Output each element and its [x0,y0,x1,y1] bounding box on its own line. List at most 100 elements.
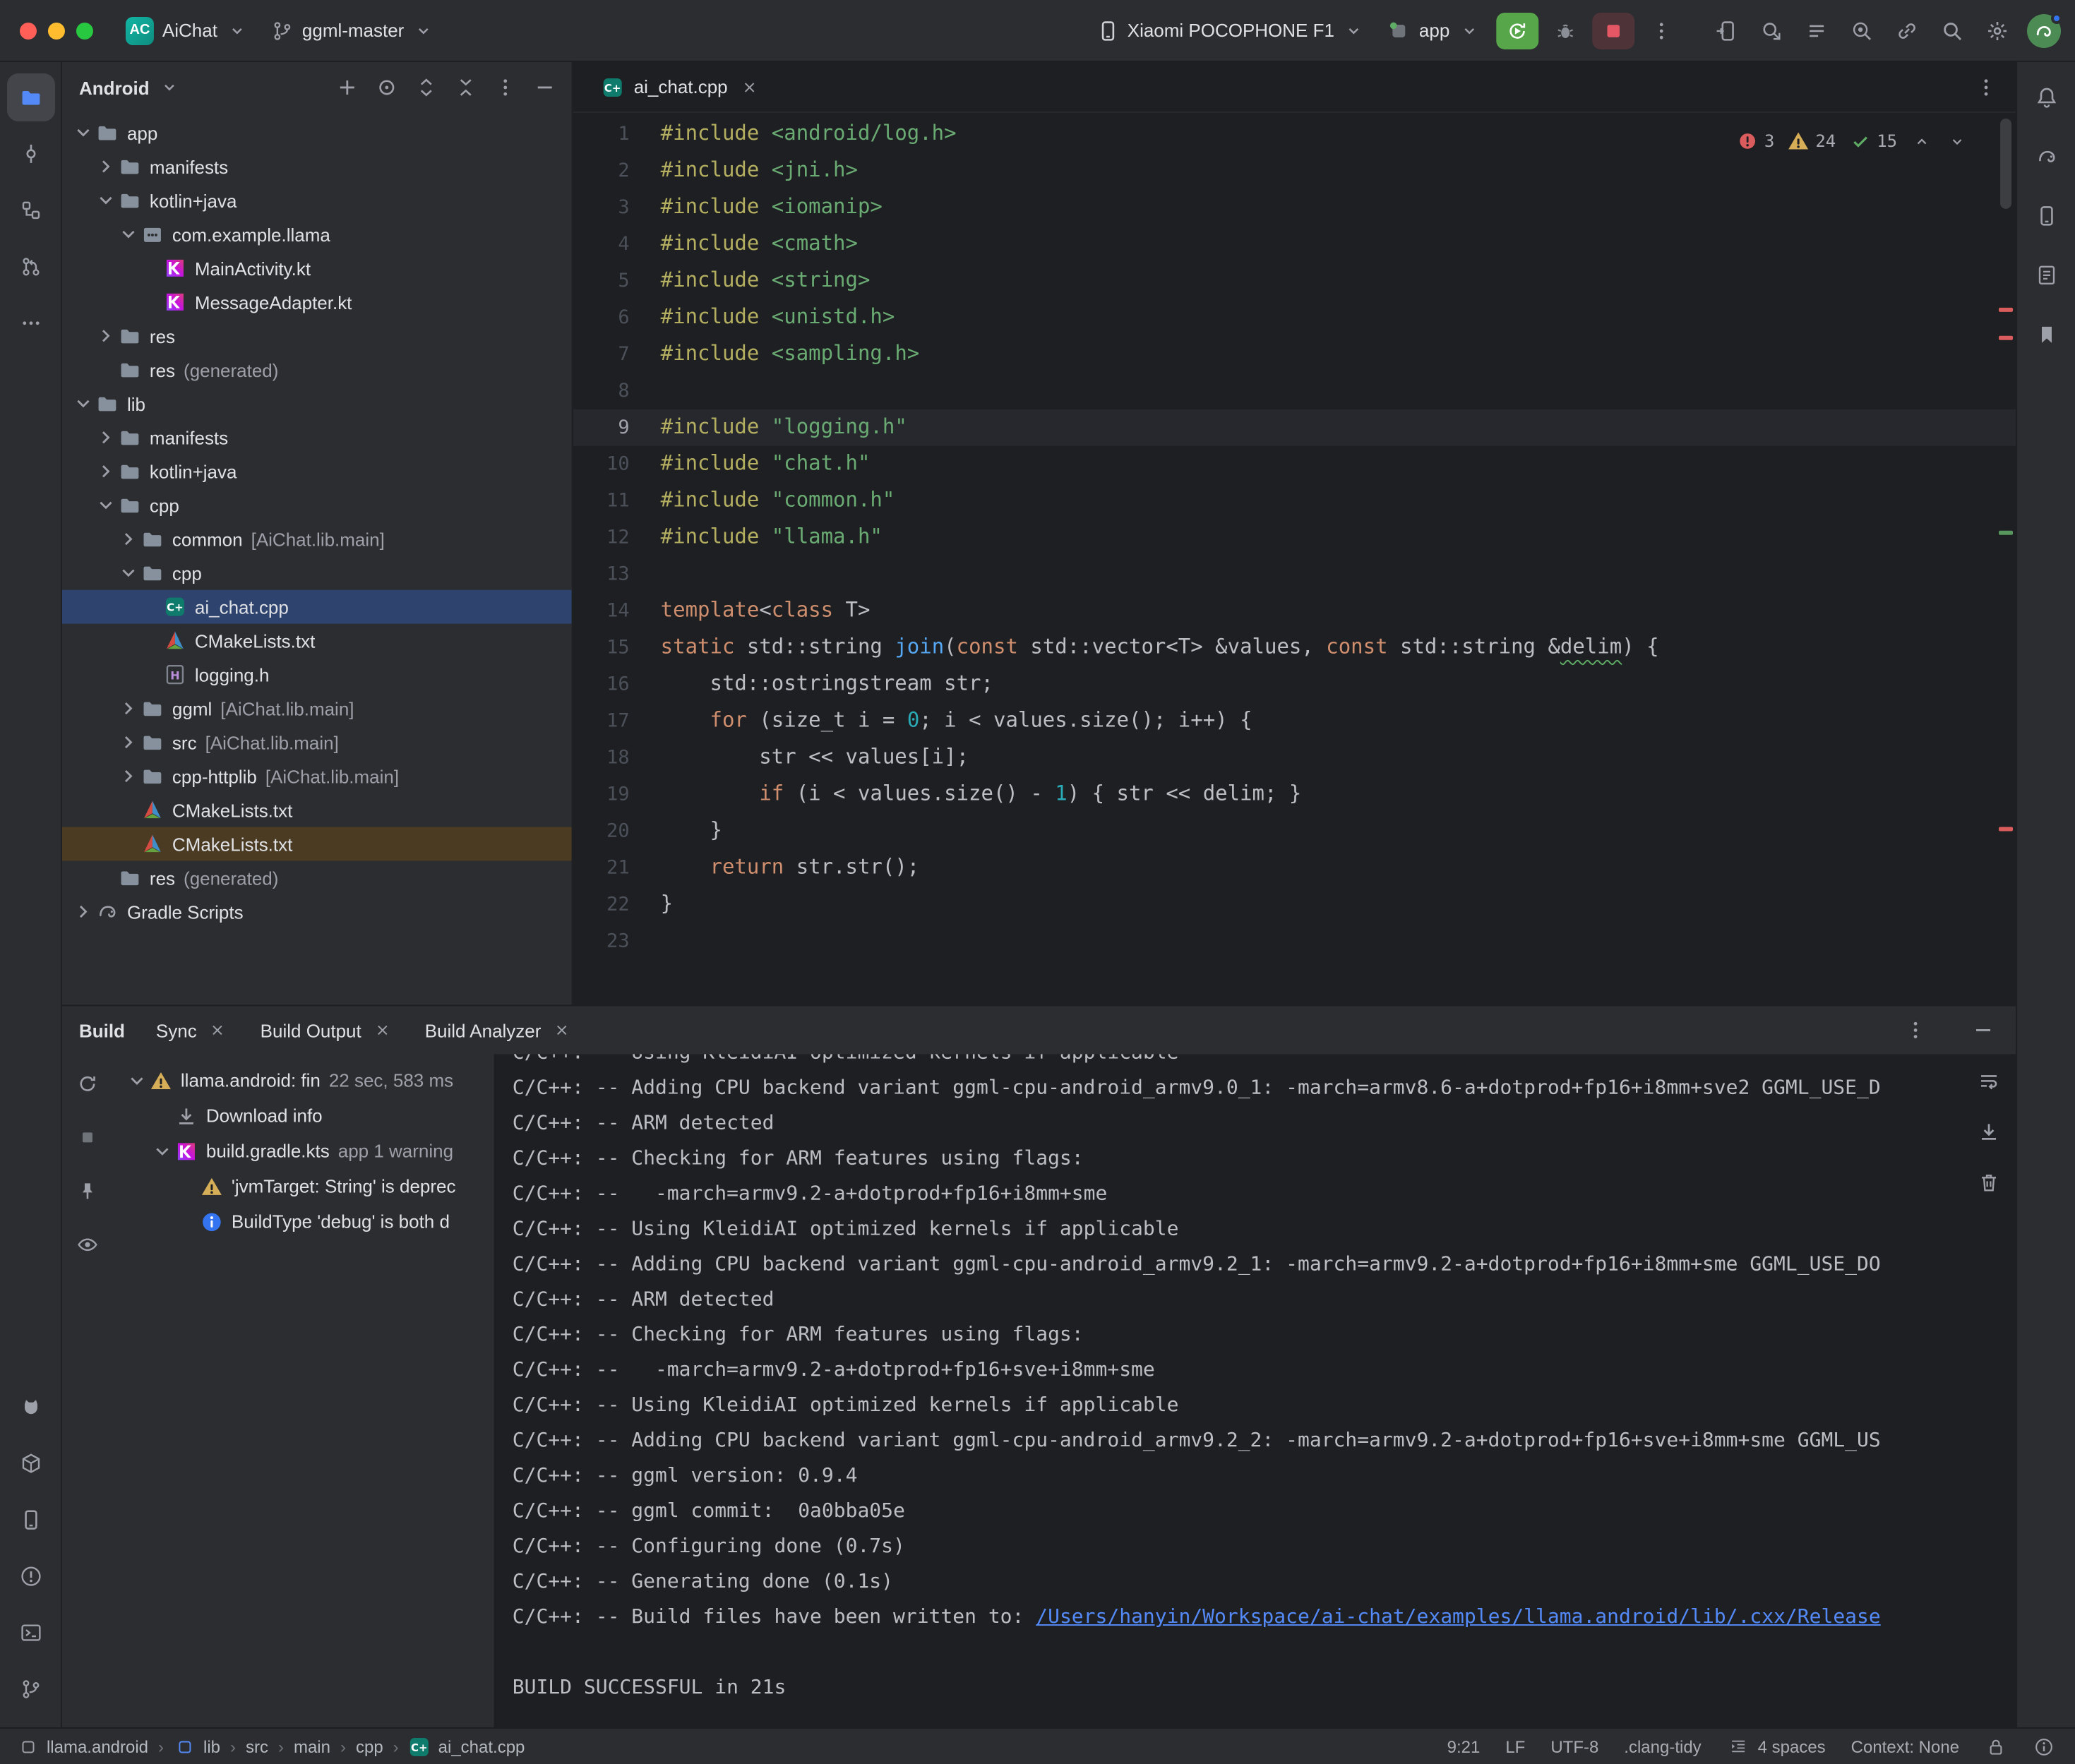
project-tree-row[interactable]: Hlogging.h [62,658,572,692]
build-tool-window-title[interactable]: Build [79,1019,125,1040]
editor-scrollbar-thumb[interactable] [2000,119,2011,209]
tree-chevron-icon[interactable] [150,1139,175,1162]
project-tree-row[interactable]: MessageAdapter.kt [62,285,572,319]
context-widget[interactable]: Context: None [1851,1736,1959,1756]
caret-position[interactable]: 9:21 [1447,1736,1481,1756]
logcat-tool-button[interactable] [1795,11,1838,50]
expand-all-button[interactable] [408,69,445,106]
editor-line[interactable]: 17 for (size_t i = 0; i < values.size();… [573,703,2016,740]
editor-line[interactable]: 8 [573,373,2016,409]
filter-messages-button[interactable] [69,1226,106,1263]
running-devices-tool-button[interactable] [6,1496,54,1544]
sync-console[interactable]: C/C++: -- Using KleidiAI optimized kerne… [494,1054,1962,1727]
project-tree-row[interactable]: cpp-httplib[AiChat.lib.main] [62,760,572,793]
project-tree-row[interactable]: ggml[AiChat.lib.main] [62,692,572,726]
vcs-branch-selector[interactable]: ggml-master [261,13,445,47]
project-tree-row[interactable]: cpp [62,556,572,590]
project-tool-button[interactable] [6,73,54,121]
breadcrumb-item[interactable]: llama.android [17,1735,148,1758]
breadcrumb-item[interactable]: C+ai_chat.cpp [409,1735,525,1758]
tree-chevron-icon[interactable] [116,223,141,246]
close-icon[interactable] [738,76,760,98]
inspections-status-icon[interactable] [2033,1735,2055,1758]
clear-all-button[interactable] [1971,1164,2007,1201]
problems-tool-button[interactable] [6,1552,54,1600]
close-icon[interactable] [371,1019,394,1041]
resource-manager-tool-button[interactable] [6,1439,54,1487]
hide-build-panel-button[interactable] [1965,1012,2002,1048]
editor-line[interactable]: 18 str << values[i]; [573,740,2016,776]
breadcrumb-item[interactable]: cpp [356,1736,383,1756]
hide-panel-button[interactable] [527,69,563,106]
pull-requests-tool-button[interactable] [6,243,54,291]
editor-line[interactable]: 6#include <unistd.h> [573,299,2016,336]
error-stripe-mark[interactable] [1999,827,2013,832]
soft-wrap-button[interactable] [1971,1062,2007,1099]
new-item-button[interactable] [329,69,366,106]
build-tab-sync[interactable]: Sync [156,1019,229,1041]
error-stripe-mark[interactable] [1999,308,2013,312]
project-tree-row[interactable]: manifests [62,150,572,184]
project-tree-row[interactable]: CMakeLists.txt [62,624,572,658]
tree-chevron-icon[interactable] [116,562,141,584]
project-tree-row[interactable]: C+ai_chat.cpp [62,590,572,624]
tree-chevron-icon[interactable] [124,1069,150,1091]
collapse-all-button[interactable] [448,69,484,106]
stop-button[interactable] [1592,12,1634,49]
project-tree-row[interactable]: common[AiChat.lib.main] [62,522,572,556]
project-tree-row[interactable]: res [62,319,572,353]
debug-button[interactable] [1544,11,1586,50]
app-inspection-button[interactable] [1841,11,1883,50]
indent-widget[interactable]: 4 spaces [1727,1735,1826,1758]
tree-chevron-icon[interactable] [93,155,119,178]
close-icon[interactable] [207,1019,229,1041]
resync-button[interactable] [69,1065,106,1102]
sync-tree-row[interactable]: BuildType 'debug' is both d [113,1204,494,1239]
tree-chevron-icon[interactable] [93,189,119,212]
more-tool-windows-button[interactable] [6,299,54,347]
editor-line[interactable]: 11#include "common.h" [573,483,2016,520]
breadcrumb-item[interactable]: lib [174,1735,220,1758]
run-configuration-selector[interactable]: app [1378,13,1490,47]
editor-line[interactable]: 23 [573,923,2016,959]
warnings-badge[interactable]: 24 [1787,123,1836,160]
project-tree-row[interactable]: res(generated) [62,353,572,387]
terminal-tool-button[interactable] [6,1609,54,1657]
tree-chevron-icon[interactable] [71,121,96,144]
editor-line[interactable]: 3#include <iomanip> [573,189,2016,226]
project-tree-row[interactable]: MainActivity.kt [62,251,572,285]
pin-tab-button[interactable] [69,1172,106,1209]
tree-chevron-icon[interactable] [93,426,119,449]
project-tree-row[interactable]: Gradle Scripts [62,894,572,928]
stop-sync-button[interactable] [69,1119,106,1156]
tree-chevron-icon[interactable] [116,731,141,754]
project-tree-row[interactable]: CMakeLists.txt [62,793,572,827]
inspections-widget[interactable]: 3 24 15 [1730,120,1973,162]
prev-problem-button[interactable] [1910,130,1932,152]
editor-line[interactable]: 22} [573,886,2016,923]
project-tree-row[interactable]: CMakeLists.txt [62,827,572,861]
minimize-window-button[interactable] [48,22,65,39]
search-everywhere-button[interactable] [1931,11,1973,50]
build-tab-build-analyzer[interactable]: Build Analyzer [425,1019,574,1041]
tree-chevron-icon[interactable] [116,528,141,551]
tree-chevron-icon[interactable] [116,697,141,720]
apply-changes-button[interactable] [1750,11,1793,50]
project-tree-row[interactable]: app [62,116,572,150]
error-stripe-mark[interactable] [1999,336,2013,340]
line-ending[interactable]: LF [1505,1736,1525,1756]
editor-line[interactable]: 5#include <string> [573,263,2016,299]
project-tree-row[interactable]: kotlin+java [62,184,572,217]
locate-file-button[interactable] [369,69,405,106]
rerun-button[interactable] [1496,12,1538,49]
settings-button[interactable] [1976,11,2019,50]
logcat-tool-window-button[interactable] [6,1383,54,1431]
editor-line[interactable]: 16 std::ostringstream str; [573,666,2016,703]
tree-chevron-icon[interactable] [116,765,141,788]
build-tab-build-output[interactable]: Build Output [261,1019,394,1041]
change-stripe-mark[interactable] [1999,531,2013,535]
close-icon[interactable] [551,1019,573,1041]
editor-line[interactable]: 15static std::string join(const std::vec… [573,630,2016,666]
project-tree-row[interactable]: res(generated) [62,861,572,895]
clang-tidy-widget[interactable]: .clang-tidy [1624,1736,1701,1756]
